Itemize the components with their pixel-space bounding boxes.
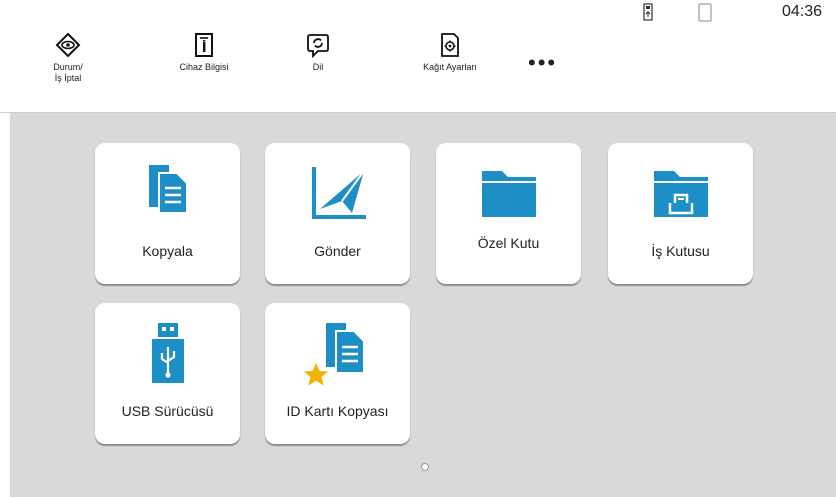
paper-sheet-icon [698,3,712,22]
tile-id-card-copy[interactable]: ID Kartı Kopyası [265,303,410,444]
device-info-icon [195,33,213,57]
folder-icon [481,171,536,217]
send-icon [311,167,366,219]
usb-status-icon [643,3,653,21]
language-label: Dil [312,62,324,72]
tile-usb-drive[interactable]: USB Sürücüsü [95,303,240,444]
tile-id-card-copy-label: ID Kartı Kopyası [286,403,389,419]
language-button[interactable]: Dil [298,32,338,73]
tile-usb-drive-label: USB Sürücüsü [121,403,214,419]
clock-time: 04:36 [782,3,823,20]
job-box-icon [653,171,708,217]
tile-custom-box[interactable]: Özel Kutu [436,143,581,284]
tile-send[interactable]: Gönder [265,143,410,284]
device-info-button[interactable]: Cihaz Bilgisi [168,32,240,73]
usb-drive-icon [151,323,184,383]
tile-job-box[interactable]: İş Kutusu [608,143,753,284]
tile-copy[interactable]: Kopyala [95,143,240,284]
language-icon [307,34,329,58]
tile-copy-label: Kopyala [142,243,193,259]
top-bar: 04:36 Durum/ İş İptal Cihaz Bilgisi Dil [0,0,836,112]
copy-icon [148,165,188,214]
paper-settings-label: Kağıt Ayarları [423,62,477,72]
status-job-cancel-label: Durum/ İş İptal [53,62,83,83]
page-indicator [421,463,429,471]
home-tile-area: Kopyala Gönder Özel Kutu İş Kutusu USB S… [10,113,836,497]
id-card-copy-icon [303,323,365,386]
status-job-cancel-button[interactable]: Durum/ İş İptal [44,32,92,84]
tile-send-label: Gönder [314,243,361,259]
eye-icon [55,32,81,58]
paper-settings-icon [441,33,459,57]
tile-custom-box-label: Özel Kutu [477,235,540,251]
paper-settings-button[interactable]: Kağıt Ayarları [414,32,486,73]
device-info-label: Cihaz Bilgisi [179,62,229,72]
more-button[interactable]: ••• [528,52,557,74]
tile-job-box-label: İş Kutusu [651,243,710,259]
